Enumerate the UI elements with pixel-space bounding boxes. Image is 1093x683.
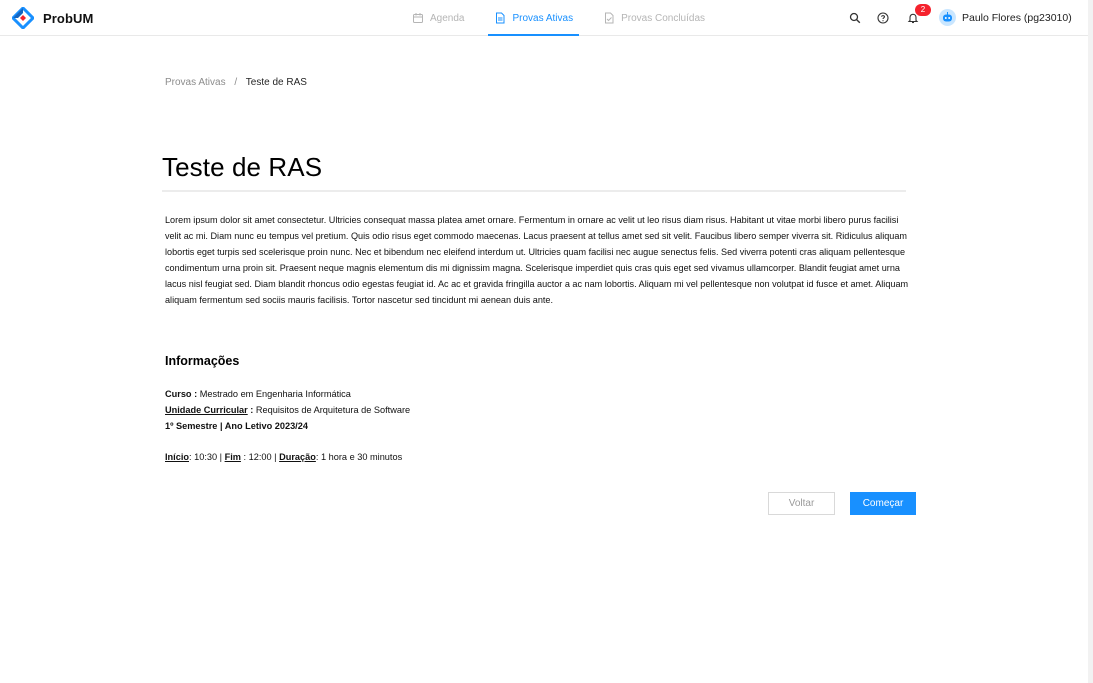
nav-item-provas-concluidas[interactable]: Provas Concluídas	[601, 0, 707, 36]
breadcrumb: Provas Ativas / Teste de RAS	[165, 77, 307, 88]
info-semester: 1º Semestre | Ano Letivo 2023/24	[165, 421, 308, 431]
calendar-icon	[413, 13, 423, 23]
title-divider	[162, 190, 906, 192]
breadcrumb-link-provas-ativas[interactable]: Provas Ativas	[165, 77, 226, 88]
user-name: Paulo Flores (pg23010)	[962, 11, 1072, 24]
info-curso: Curso : Mestrado em Engenharia Informáti…	[165, 389, 351, 399]
inicio-value: : 10:30 |	[189, 452, 225, 462]
curso-value: Mestrado em Engenharia Informática	[199, 389, 351, 399]
scrollbar-track[interactable]	[1088, 0, 1093, 683]
breadcrumb-separator: /	[234, 77, 238, 88]
nav-item-label: Agenda	[430, 12, 465, 24]
avatar	[939, 9, 956, 26]
nav-item-provas-ativas[interactable]: Provas Ativas	[488, 0, 579, 36]
info-section-title: Informações	[165, 354, 240, 368]
uc-colon: :	[247, 405, 254, 415]
breadcrumb-current: Teste de RAS	[245, 77, 307, 88]
info-unidade-curricular: Unidade Curricular : Requisitos de Arqui…	[165, 405, 410, 415]
info-schedule: Início: 10:30 | Fim : 12:00 | Duração: 1…	[165, 452, 402, 462]
nav-item-label: Provas Ativas	[512, 12, 574, 24]
fim-label: Fim	[224, 452, 241, 462]
robot-avatar-icon	[943, 12, 952, 22]
fim-value: : 12:00 |	[240, 452, 280, 462]
file-done-icon	[605, 12, 614, 24]
nav-item-label: Provas Concluídas	[621, 12, 706, 24]
uc-label: Unidade Curricular	[165, 405, 248, 415]
top-header: ProbUM Agenda Provas Ativas Provas Concl…	[0, 0, 1088, 36]
logo-icon	[12, 7, 34, 29]
user-menu[interactable]: Paulo Flores (pg23010)	[939, 9, 1072, 26]
duracao-label: Duração	[279, 452, 316, 462]
exam-description: Lorem ipsum dolor sit amet consectetur. …	[165, 215, 909, 305]
curso-label: Curso :	[165, 389, 198, 399]
uc-value: Requisitos de Arquitetura de Software	[255, 405, 411, 415]
page-title: Teste de RAS	[162, 152, 323, 182]
back-button[interactable]: Voltar	[768, 492, 835, 515]
logo[interactable]: ProbUM	[12, 7, 93, 29]
notification-badge: 2	[915, 4, 931, 16]
main-nav: Agenda Provas Ativas Provas Concluídas	[410, 0, 733, 36]
app-name: ProbUM	[43, 10, 94, 26]
file-icon	[496, 12, 505, 24]
inicio-label: Início	[165, 452, 189, 462]
search-icon[interactable]	[849, 12, 861, 24]
duracao-value: : 1 hora e 30 minutos	[315, 452, 403, 462]
help-icon[interactable]	[877, 12, 889, 24]
nav-item-agenda[interactable]: Agenda	[410, 0, 466, 36]
semester-text: 1º Semestre | Ano Letivo 2023/24	[165, 421, 308, 431]
start-button[interactable]: Começar	[850, 492, 916, 515]
